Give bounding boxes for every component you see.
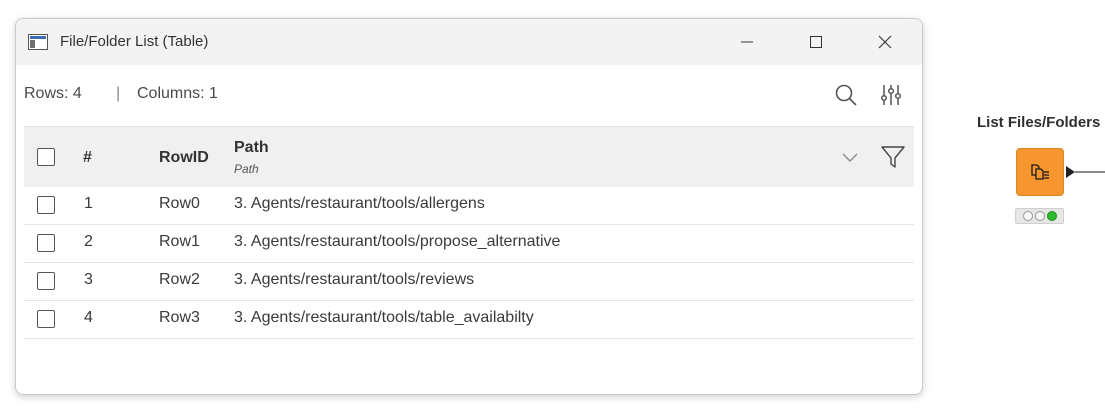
row-id: Row3 xyxy=(159,309,200,326)
row-path: 3. Agents/restaurant/tools/reviews xyxy=(234,271,475,288)
table-settings-button[interactable] xyxy=(877,81,905,109)
header-path-type: Path xyxy=(234,162,259,176)
table-view-window: File/Folder List (Table) Rows: 4 | Colum… xyxy=(15,18,923,395)
row-id: Row0 xyxy=(159,195,200,212)
filter-button[interactable] xyxy=(880,144,906,170)
row-checkbox[interactable] xyxy=(37,310,55,328)
close-icon xyxy=(878,35,892,49)
sliders-icon xyxy=(880,85,902,105)
list-files-folders-node[interactable] xyxy=(1016,148,1064,196)
row-index: 4 xyxy=(84,309,93,326)
row-checkbox[interactable] xyxy=(37,196,55,214)
select-all-checkbox[interactable] xyxy=(37,148,55,166)
table-row[interactable]: 3 Row2 3. Agents/restaurant/tools/review… xyxy=(24,263,914,301)
search-button[interactable] xyxy=(832,81,860,109)
row-checkbox[interactable] xyxy=(37,272,55,290)
row-path: 3. Agents/restaurant/tools/propose_alter… xyxy=(234,233,561,250)
columns-count: Columns: 1 xyxy=(137,85,218,102)
header-rowid[interactable]: RowID xyxy=(159,149,209,167)
table-view-icon xyxy=(28,34,48,50)
chevron-down-icon xyxy=(842,153,858,162)
row-id: Row1 xyxy=(159,233,200,250)
maximize-button[interactable] xyxy=(793,19,839,65)
status-light-yellow xyxy=(1034,211,1045,221)
table-header: # RowID Path Path xyxy=(24,126,914,187)
row-index: 3 xyxy=(84,271,93,288)
window-title: File/Folder List (Table) xyxy=(60,33,209,50)
table-row[interactable]: 1 Row0 3. Agents/restaurant/tools/allerg… xyxy=(24,187,914,225)
search-icon xyxy=(835,84,857,106)
summary-separator: | xyxy=(116,85,121,102)
rows-count: Rows: 4 xyxy=(24,85,82,102)
row-index: 2 xyxy=(84,233,93,250)
table-row[interactable]: 2 Row1 3. Agents/restaurant/tools/propos… xyxy=(24,225,914,263)
header-path[interactable]: Path xyxy=(234,139,269,157)
output-port[interactable] xyxy=(1066,166,1075,178)
status-light-red xyxy=(1022,211,1033,221)
filter-icon xyxy=(881,146,905,168)
table-row[interactable]: 4 Row3 3. Agents/restaurant/tools/table_… xyxy=(24,301,914,339)
row-index: 1 xyxy=(84,195,93,212)
node-status-lights xyxy=(1015,208,1064,224)
close-button[interactable] xyxy=(862,19,908,65)
file-list-icon xyxy=(1031,164,1049,180)
connection-line xyxy=(1075,171,1105,173)
title-bar[interactable]: File/Folder List (Table) xyxy=(16,19,922,65)
row-path: 3. Agents/restaurant/tools/table_availab… xyxy=(234,309,534,326)
minimize-icon xyxy=(741,41,753,43)
node-label[interactable]: List Files/Folders xyxy=(977,114,1100,131)
data-table: # RowID Path Path 1 Row0 3. Agents/resta… xyxy=(24,126,914,339)
row-path: 3. Agents/restaurant/tools/allergens xyxy=(234,195,485,212)
maximize-icon xyxy=(810,36,822,48)
column-menu-button[interactable] xyxy=(840,147,860,167)
header-index: # xyxy=(83,149,92,166)
status-light-green xyxy=(1046,211,1057,221)
table-summary-bar: Rows: 4 | Columns: 1 xyxy=(16,65,922,125)
minimize-button[interactable] xyxy=(724,19,770,65)
row-id: Row2 xyxy=(159,271,200,288)
row-checkbox[interactable] xyxy=(37,234,55,252)
